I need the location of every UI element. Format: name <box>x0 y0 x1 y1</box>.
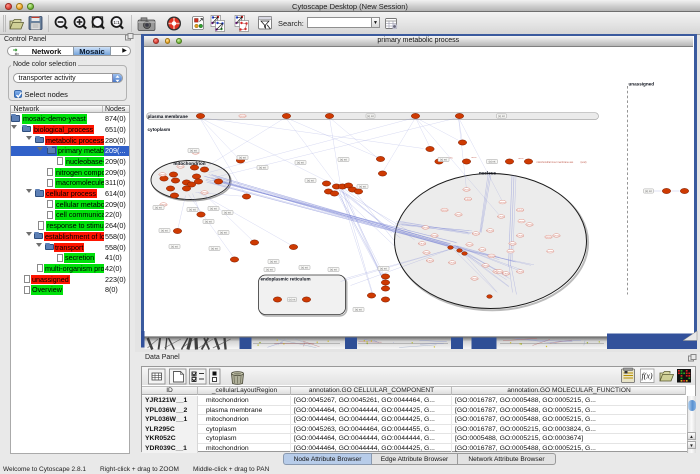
svg-text:1:1: 1:1 <box>113 20 120 25</box>
svg-text:YDR45C: YDR45C <box>525 224 533 226</box>
svg-text:YDR45C: YDR45C <box>516 209 524 211</box>
svg-text:YDR45C: YDR45C <box>465 244 473 246</box>
svg-text:(s) mt: (s) mt <box>301 265 308 269</box>
svg-text:YDR45C: YDR45C <box>448 262 456 264</box>
svg-text:(s) mt: (s) mt <box>498 114 505 118</box>
svg-text:YDR45C: YDR45C <box>516 235 524 237</box>
svg-text:(s) mt: (s) mt <box>190 148 197 152</box>
svg-text:(s) mt: (s) mt <box>380 266 387 270</box>
svg-text:(s) mt: (s) mt <box>239 155 246 159</box>
svg-text:(s) mt: (s) mt <box>155 205 162 209</box>
svg-text:unassigned: unassigned <box>628 81 654 86</box>
svg-text:mitochondrion: mitochondrion <box>173 161 205 166</box>
svg-text:(s) mt: (s) mt <box>224 210 231 214</box>
svg-text:endoplasmic reticulum: endoplasmic reticulum <box>260 276 310 281</box>
svg-text:(s) mt: (s) mt <box>210 206 217 210</box>
svg-text:YDR45C: YDR45C <box>517 221 525 223</box>
svg-text:(s) mt: (s) mt <box>171 244 178 248</box>
svg-text:Yml5C: Yml5C <box>470 157 477 159</box>
svg-text:YDR45C: YDR45C <box>200 192 208 194</box>
svg-text:(s) mt: (s) mt <box>297 160 304 164</box>
svg-text:mitochondrial inner membrane a: mitochondrial inner membrane ass <box>536 160 573 163</box>
svg-text:YDR45C: YDR45C <box>495 271 503 273</box>
svg-text:YDR45C: YDR45C <box>426 260 434 262</box>
svg-text:YDR45C: YDR45C <box>486 230 494 232</box>
svg-text:(soul): (soul) <box>580 160 586 163</box>
svg-text:YDR45C: YDR45C <box>440 209 448 211</box>
svg-text:(s) mt: (s) mt <box>367 114 374 118</box>
svg-text:YDR45C: YDR45C <box>552 235 560 237</box>
svg-text:(s) mt: (s) mt <box>440 157 447 161</box>
svg-text:(s) mt: (s) mt <box>205 219 212 223</box>
svg-text:YDR45C: YDR45C <box>454 214 462 216</box>
svg-text:(s) mt: (s) mt <box>270 259 277 263</box>
svg-text:YDR45C: YDR45C <box>502 273 510 275</box>
svg-text:(s) mt: (s) mt <box>488 159 495 163</box>
svg-text:f(x): f(x) <box>641 372 652 381</box>
svg-text:YDR45C: YDR45C <box>470 278 478 280</box>
svg-text:Yml5C: Yml5C <box>517 158 524 160</box>
svg-text:(s) mt: (s) mt <box>220 230 227 234</box>
svg-text:YDR45C: YDR45C <box>478 249 486 251</box>
svg-text:(s) mt: (s) mt <box>189 207 196 211</box>
svg-text:(s) mt: (s) mt <box>259 165 266 169</box>
svg-text:(s) mt: (s) mt <box>288 297 295 301</box>
svg-text:(s) mt: (s) mt <box>645 189 652 193</box>
svg-text:YDR45C: YDR45C <box>544 236 552 238</box>
svg-text:cytoplasm: cytoplasm <box>147 127 170 132</box>
svg-text:(s) mt: (s) mt <box>355 307 362 311</box>
svg-text:(s) mt: (s) mt <box>340 157 347 161</box>
svg-text:YDR45C: YDR45C <box>508 243 516 245</box>
svg-text:YDR45C: YDR45C <box>516 271 524 273</box>
svg-text:YDR45C: YDR45C <box>481 265 489 267</box>
svg-text:nucleus: nucleus <box>478 170 496 175</box>
svg-text:YDR45C: YDR45C <box>506 251 514 253</box>
svg-text:YDR45C: YDR45C <box>462 189 470 191</box>
svg-text:(s) mt: (s) mt <box>330 267 337 271</box>
svg-text:YDR45C: YDR45C <box>158 174 166 176</box>
svg-text:YDR45C: YDR45C <box>464 198 472 200</box>
svg-text:(s) mt: (s) mt <box>266 267 273 271</box>
svg-text:(s) mt: (s) mt <box>211 246 218 250</box>
svg-text:YDR45C: YDR45C <box>487 255 495 257</box>
svg-text:YDR45C: YDR45C <box>498 202 506 204</box>
svg-text:YDR45C: YDR45C <box>418 243 426 245</box>
svg-text:(s) mt: (s) mt <box>161 228 168 232</box>
svg-text:(s) mt: (s) mt <box>307 178 314 182</box>
svg-text:YDR45C: YDR45C <box>176 166 184 168</box>
svg-text:YDR45C: YDR45C <box>238 115 246 117</box>
svg-text:plasma membrane: plasma membrane <box>147 113 188 118</box>
svg-text:YDR45C: YDR45C <box>497 216 505 218</box>
svg-text:YDR45C: YDR45C <box>546 251 554 253</box>
svg-text:(s) mt: (s) mt <box>359 184 366 188</box>
svg-text:YDR45C: YDR45C <box>422 252 430 254</box>
svg-text:YDR45C: YDR45C <box>421 227 429 229</box>
svg-text:YDR45C: YDR45C <box>471 233 479 235</box>
svg-text:YDR45C: YDR45C <box>430 235 438 237</box>
